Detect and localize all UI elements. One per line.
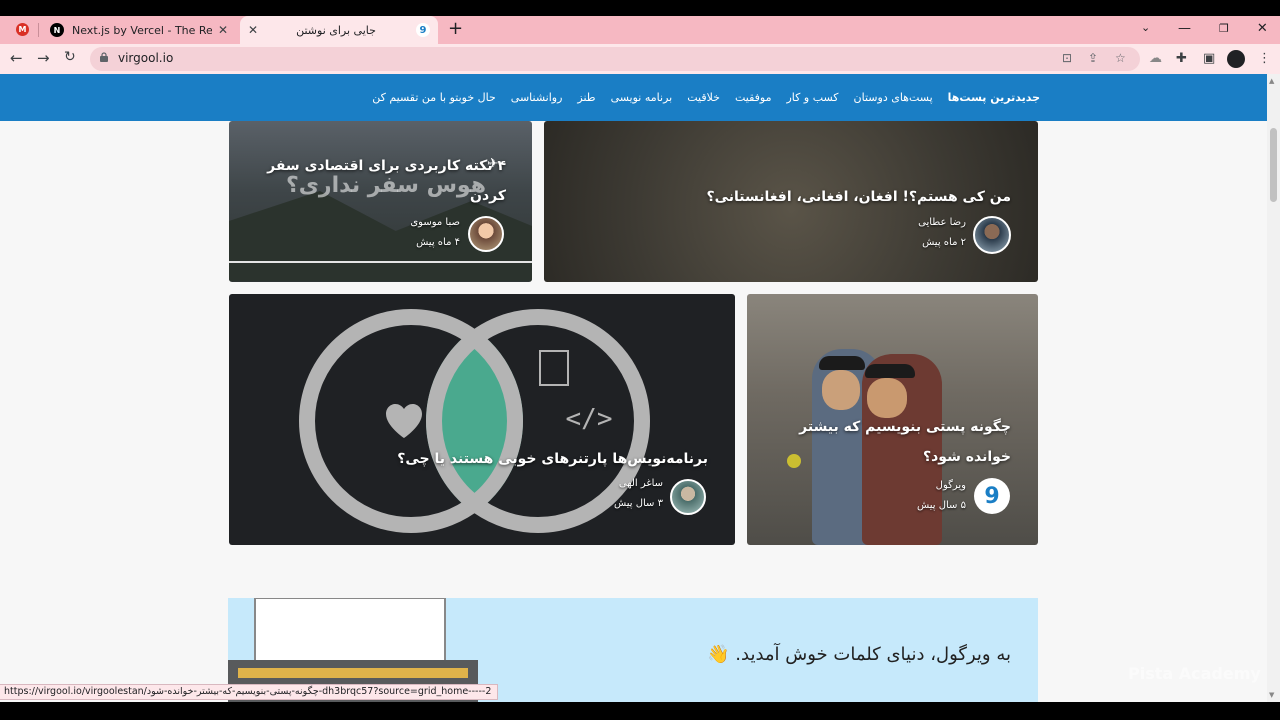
install-icon[interactable]: ⊡ <box>1062 51 1072 65</box>
scrollbar-thumb[interactable] <box>1270 128 1277 202</box>
post-author: ساغر الهی ۳ سال پیش <box>614 474 663 514</box>
close-window-icon[interactable]: ✕ <box>1257 21 1268 36</box>
post-title[interactable]: چگونه پستی بنویسیم که بیشتر خوانده شود؟ <box>771 412 1011 472</box>
welcome-text: به ویرگول، دنیای کلمات خوش آمدید. 👋 <box>707 644 1011 665</box>
window-controls: — ❐ ✕ <box>1178 16 1268 40</box>
nav-link-share-mood[interactable]: حال خوبتو با من تقسیم کن <box>372 91 496 104</box>
page-viewport: جدیدترین پست‌ها پست‌های دوستان کسب و کار… <box>0 74 1280 702</box>
card-image-text: هوس سفر نداری؟ <box>286 173 486 198</box>
address-text: virgool.io <box>118 51 174 65</box>
nav-link-business[interactable]: کسب و کار <box>786 91 838 104</box>
post-author: ویرگول ۵ سال پیش <box>917 476 966 516</box>
scroll-down-icon[interactable]: ▼ <box>1269 691 1274 699</box>
tab-virgool[interactable]: 9 جایی برای نوشتن ✕ <box>240 16 438 44</box>
nav-link-creativity[interactable]: خلاقیت <box>687 91 720 104</box>
post-card-travel[interactable]: ✈ ۴ نکته کاربردی برای اقتصادی سفر کردن ه… <box>229 121 532 282</box>
scroll-up-icon[interactable]: ▲ <box>1269 77 1274 85</box>
tab-divider <box>38 23 39 37</box>
card-image-hat <box>819 356 865 370</box>
document-icon <box>539 350 569 386</box>
minimize-icon[interactable]: — <box>1178 21 1191 36</box>
reload-icon[interactable]: ↻ <box>64 49 76 65</box>
post-card-writing-tips[interactable]: چگونه پستی بنویسیم که بیشتر خوانده شود؟ … <box>747 294 1038 545</box>
share-icon[interactable]: ⇪ <box>1088 51 1098 65</box>
nav-link-programming[interactable]: برنامه نویسی <box>611 91 673 104</box>
mouse-cursor-highlight <box>787 454 801 468</box>
side-panel-icon[interactable]: ▣ <box>1203 51 1215 66</box>
tab-strip: M N Next.js by Vercel - The React Fram ✕… <box>0 16 1280 44</box>
tab-nextjs[interactable]: N Next.js by Vercel - The React Fram ✕ <box>42 16 236 44</box>
nav-link-psychology[interactable]: روانشناسی <box>511 91 563 104</box>
post-author: صبا موسوی ۴ ماه پیش <box>410 213 460 253</box>
card-image-hat <box>865 364 915 378</box>
author-name[interactable]: رضا عطایی <box>918 213 966 233</box>
author-avatar[interactable] <box>973 216 1011 254</box>
virgool-logo-icon[interactable]: 9 <box>974 478 1010 514</box>
heart-icon <box>386 403 422 438</box>
author-name[interactable]: ساغر الهی <box>614 474 663 494</box>
card-image-road <box>229 261 532 263</box>
profile-avatar[interactable] <box>1227 50 1245 68</box>
nav-link-latest[interactable]: جدیدترین پست‌ها <box>948 91 1040 104</box>
author-name[interactable]: ویرگول <box>917 476 966 496</box>
tab-title: جایی برای نوشتن <box>296 23 376 37</box>
category-links: جدیدترین پست‌ها پست‌های دوستان کسب و کار… <box>357 74 1040 121</box>
watermark-text: Pista Academy <box>1128 664 1261 683</box>
post-time: ۵ سال پیش <box>917 500 966 511</box>
menu-kebab-icon[interactable]: ⋮ <box>1258 51 1271 66</box>
extensions-puzzle-icon[interactable]: ✚ <box>1176 51 1187 66</box>
post-title[interactable]: من کی هستم؟! افغان، افغانی، افغانستانی؟ <box>591 182 1012 212</box>
post-card-programmers[interactable]: </> برنامه‌نویس‌ها پارتنرهای خوبی هستند … <box>229 294 735 545</box>
post-time: ۲ ماه پیش <box>922 237 966 248</box>
screen-bottom-bar <box>0 702 1280 720</box>
page-scrollbar[interactable]: ▲ ▼ <box>1267 74 1280 702</box>
author-avatar[interactable] <box>670 479 706 515</box>
close-icon[interactable]: ✕ <box>248 23 258 37</box>
author-name[interactable]: صبا موسوی <box>410 213 460 233</box>
gmail-icon[interactable]: M <box>16 23 29 36</box>
maximize-icon[interactable]: ❐ <box>1219 22 1229 35</box>
post-time: ۳ سال پیش <box>614 498 663 509</box>
category-navbar: جدیدترین پست‌ها پست‌های دوستان کسب و کار… <box>0 74 1267 121</box>
nextjs-icon: N <box>50 23 64 37</box>
new-tab-button[interactable]: + <box>448 18 463 39</box>
link-status-bar: https://virgool.io/virgoolestan/چگونه-پس… <box>0 684 499 700</box>
close-icon[interactable]: ✕ <box>218 23 228 37</box>
back-icon[interactable]: ← <box>10 49 23 67</box>
post-time: ۴ ماه پیش <box>416 237 460 248</box>
post-author: رضا عطایی ۲ ماه پیش <box>918 213 966 253</box>
code-icon: </> <box>566 404 613 434</box>
card-image-face <box>822 370 860 410</box>
lock-icon <box>100 52 108 62</box>
virgool-icon: 9 <box>416 23 430 37</box>
address-bar[interactable]: virgool.io ⊡ ⇪ ☆ <box>90 47 1140 71</box>
nav-link-friends[interactable]: پست‌های دوستان <box>854 91 933 104</box>
nav-link-success[interactable]: موفقیت <box>735 91 772 104</box>
browser-toolbar: ← → ↻ virgool.io ⊡ ⇪ ☆ ☁ ✚ ▣ ⋮ <box>0 44 1280 74</box>
author-avatar[interactable] <box>468 216 504 252</box>
forward-icon[interactable]: → <box>37 49 50 67</box>
post-card-identity[interactable]: من کی هستم؟! افغان، افغانی، افغانستانی؟ … <box>544 121 1038 282</box>
tab-title: Next.js by Vercel - The React Fram <box>72 23 212 37</box>
post-title[interactable]: برنامه‌نویس‌ها پارتنرهای خوبی هستند یا چ… <box>388 444 708 474</box>
tab-search-icon[interactable]: ⌄ <box>1141 21 1150 34</box>
nav-link-humor[interactable]: طنز <box>577 91 595 104</box>
extension-cloud-icon[interactable]: ☁ <box>1149 51 1162 66</box>
bookmark-star-icon[interactable]: ☆ <box>1115 51 1126 65</box>
screen-top-bar <box>0 0 1280 16</box>
